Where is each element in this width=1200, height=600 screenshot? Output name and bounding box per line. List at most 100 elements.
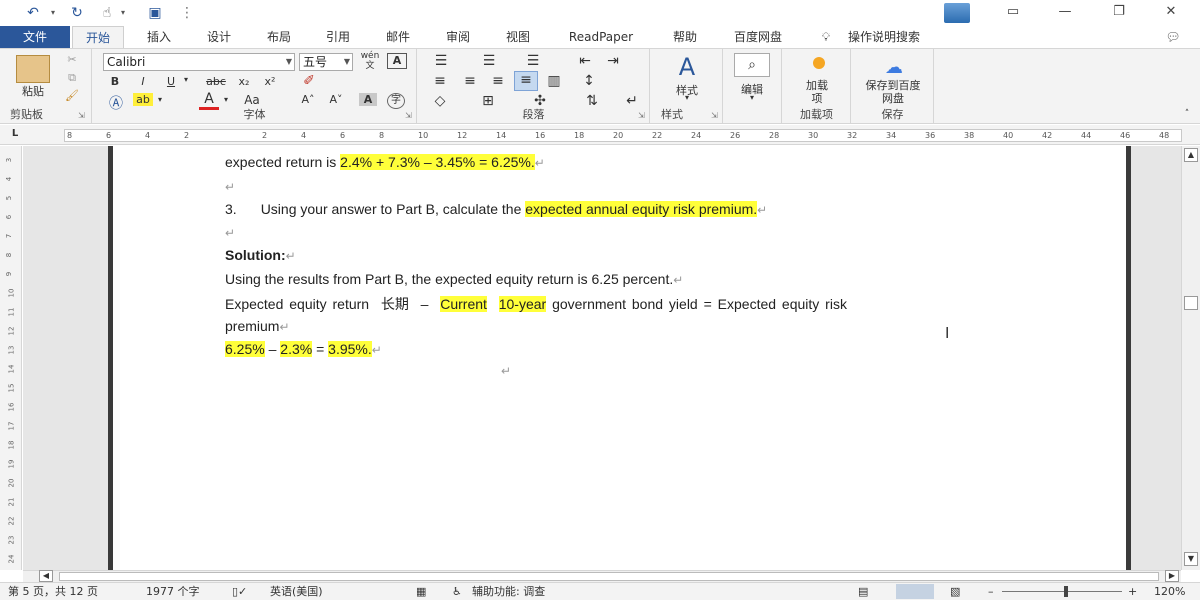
multilevel-list-icon[interactable]: ☰	[522, 53, 544, 69]
tab-selector-icon[interactable]: L	[8, 128, 22, 139]
paste-button[interactable]: 粘贴	[14, 83, 52, 99]
copy-icon[interactable]: ⧉	[62, 71, 82, 85]
tab-references[interactable]: 引用	[313, 26, 363, 48]
tab-design[interactable]: 设计	[194, 26, 244, 48]
vertical-scrollbar[interactable]: ▲ ▼	[1181, 146, 1200, 570]
addin-icon[interactable]	[813, 57, 825, 69]
tab-file[interactable]: 文件	[0, 26, 70, 48]
zoom-slider[interactable]	[1002, 591, 1122, 592]
ruler-track[interactable]: 8 6 4 2 2 4 6 8 10 12 14 16 18 20 22 24 26 28 30 32 34 36 38 40…	[64, 129, 1182, 142]
chevron-down-icon[interactable]: ▾	[181, 75, 191, 84]
numbering-icon[interactable]: ☰	[478, 53, 500, 69]
format-painter-icon[interactable]: 🖌︎	[62, 89, 82, 102]
account-avatar[interactable]	[944, 3, 970, 23]
tab-view[interactable]: 视图	[493, 26, 543, 48]
restore-icon[interactable]: ❐	[1104, 2, 1134, 22]
accessibility-icon[interactable]: ♿︎	[452, 585, 462, 599]
font-family-select[interactable]: Calibri ▼	[103, 53, 295, 71]
comments-icon[interactable]: 💬︎	[1160, 26, 1186, 48]
align-center-icon[interactable]: ≡	[460, 73, 480, 89]
zoom-level[interactable]: 120%	[1154, 585, 1185, 599]
grow-font-button[interactable]: A˄	[299, 93, 317, 106]
close-icon[interactable]: ✕	[1156, 2, 1186, 22]
cut-icon[interactable]: ✂	[62, 53, 82, 66]
phonetic-guide-icon[interactable]: wén 文	[359, 51, 381, 71]
web-layout-icon[interactable]: ▧	[950, 585, 960, 599]
baidu-cloud-icon[interactable]: ☁	[878, 57, 910, 78]
scroll-up-icon[interactable]: ▲	[1184, 148, 1198, 162]
scroll-down-icon[interactable]: ▼	[1184, 552, 1198, 566]
zoom-out-button[interactable]: –	[988, 585, 994, 599]
underline-button[interactable]: U	[163, 75, 179, 88]
undo-icon[interactable]: ↶	[22, 3, 44, 23]
paste-icon[interactable]	[16, 55, 50, 83]
zoom-in-button[interactable]: +	[1128, 585, 1137, 599]
increase-indent-icon[interactable]: ⇥	[602, 53, 624, 69]
tab-review[interactable]: 审阅	[433, 26, 483, 48]
bullets-icon[interactable]: ☰	[430, 53, 452, 69]
page-count[interactable]: 第 5 页，共 12 页	[8, 585, 98, 599]
clipboard-launcher-icon[interactable]: ⇲	[78, 111, 85, 120]
proofing-icon[interactable]: ▯✓	[232, 585, 247, 599]
strikethrough-button[interactable]: abc	[203, 75, 229, 88]
justify-icon[interactable]: ≡	[514, 71, 538, 91]
zoom-slider-thumb[interactable]	[1064, 586, 1068, 597]
tab-readpaper[interactable]: ReadPaper	[558, 26, 644, 48]
align-left-icon[interactable]: ≡	[430, 73, 450, 89]
chevron-down-icon[interactable]: ▾	[221, 95, 231, 104]
chevron-down-icon[interactable]: ▾	[681, 93, 693, 102]
addins-button[interactable]: 加载项	[803, 79, 831, 105]
language-indicator[interactable]: 英语(美国)	[270, 585, 323, 599]
font-launcher-icon[interactable]: ⇲	[405, 111, 412, 120]
line-spacing-icon[interactable]: ↕	[578, 73, 600, 89]
print-layout-icon[interactable]	[896, 584, 934, 599]
touch-mode-icon[interactable]: ☝	[96, 3, 118, 23]
horizontal-scrollbar[interactable]: ◀ ▶	[23, 570, 1181, 582]
highlight-icon[interactable]: ab	[133, 93, 153, 106]
char-shading-icon[interactable]: A	[359, 93, 377, 106]
redo-icon[interactable]: ↻	[66, 3, 88, 23]
tab-baidu-netdisk[interactable]: 百度网盘	[722, 26, 794, 48]
tab-layout[interactable]: 布局	[254, 26, 304, 48]
undo-dropdown-icon[interactable]: ▾	[48, 3, 58, 23]
scroll-right-icon[interactable]: ▶	[1165, 570, 1179, 582]
accessibility-status[interactable]: 辅助功能: 调查	[472, 585, 545, 599]
bold-button[interactable]: B	[107, 75, 123, 88]
save-to-baidu-button[interactable]: 保存到百度网盘	[862, 79, 924, 105]
minimize-icon[interactable]: —	[1050, 2, 1080, 22]
scroll-left-icon[interactable]: ◀	[39, 570, 53, 582]
hscroll-thumb[interactable]	[59, 572, 1159, 581]
tab-mailings[interactable]: 邮件	[373, 26, 423, 48]
tab-home[interactable]: 开始	[72, 26, 124, 48]
chevron-down-icon[interactable]: ▾	[155, 95, 165, 104]
styles-icon[interactable]: A	[671, 53, 703, 81]
tab-help[interactable]: 帮助	[660, 26, 710, 48]
styles-launcher-icon[interactable]: ⇲	[711, 111, 718, 120]
subscript-button[interactable]: x₂	[235, 75, 253, 88]
italic-button[interactable]: I	[135, 75, 151, 88]
shrink-font-button[interactable]: A˅	[327, 93, 345, 106]
clear-formatting-icon[interactable]: ✐	[299, 73, 319, 89]
save-icon[interactable]: ▣	[144, 3, 166, 23]
find-icon[interactable]: ⌕	[734, 53, 770, 77]
change-case-button[interactable]: Aa	[239, 93, 265, 107]
align-right-icon[interactable]: ≡	[488, 73, 508, 89]
read-mode-icon[interactable]: ▤	[858, 585, 868, 599]
tab-insert[interactable]: 插入	[134, 26, 184, 48]
customize-toolbar-icon[interactable]: ⋮	[180, 3, 194, 23]
document-page[interactable]: expected return is 2.4% + 7.3% – 3.45% =…	[108, 146, 1131, 570]
paragraph-launcher-icon[interactable]: ⇲	[638, 111, 645, 120]
word-count[interactable]: 1977 个字	[146, 585, 200, 599]
ribbon-display-icon[interactable]: ▭	[998, 2, 1028, 22]
chevron-down-icon[interactable]: ▾	[746, 93, 758, 102]
touch-dropdown-icon[interactable]: ▾	[118, 3, 128, 23]
char-border-icon[interactable]: A	[387, 53, 407, 69]
macro-icon[interactable]: ▦	[416, 585, 426, 599]
decrease-indent-icon[interactable]: ⇤	[574, 53, 596, 69]
font-size-select[interactable]: 五号 ▼	[299, 53, 353, 71]
scroll-thumb[interactable]	[1184, 296, 1198, 310]
superscript-button[interactable]: x²	[261, 75, 279, 88]
collapse-ribbon-icon[interactable]: ˄	[1180, 109, 1194, 119]
distributed-icon[interactable]: ▥	[544, 73, 564, 89]
tell-me-search[interactable]: 操作说明搜索	[848, 26, 940, 48]
